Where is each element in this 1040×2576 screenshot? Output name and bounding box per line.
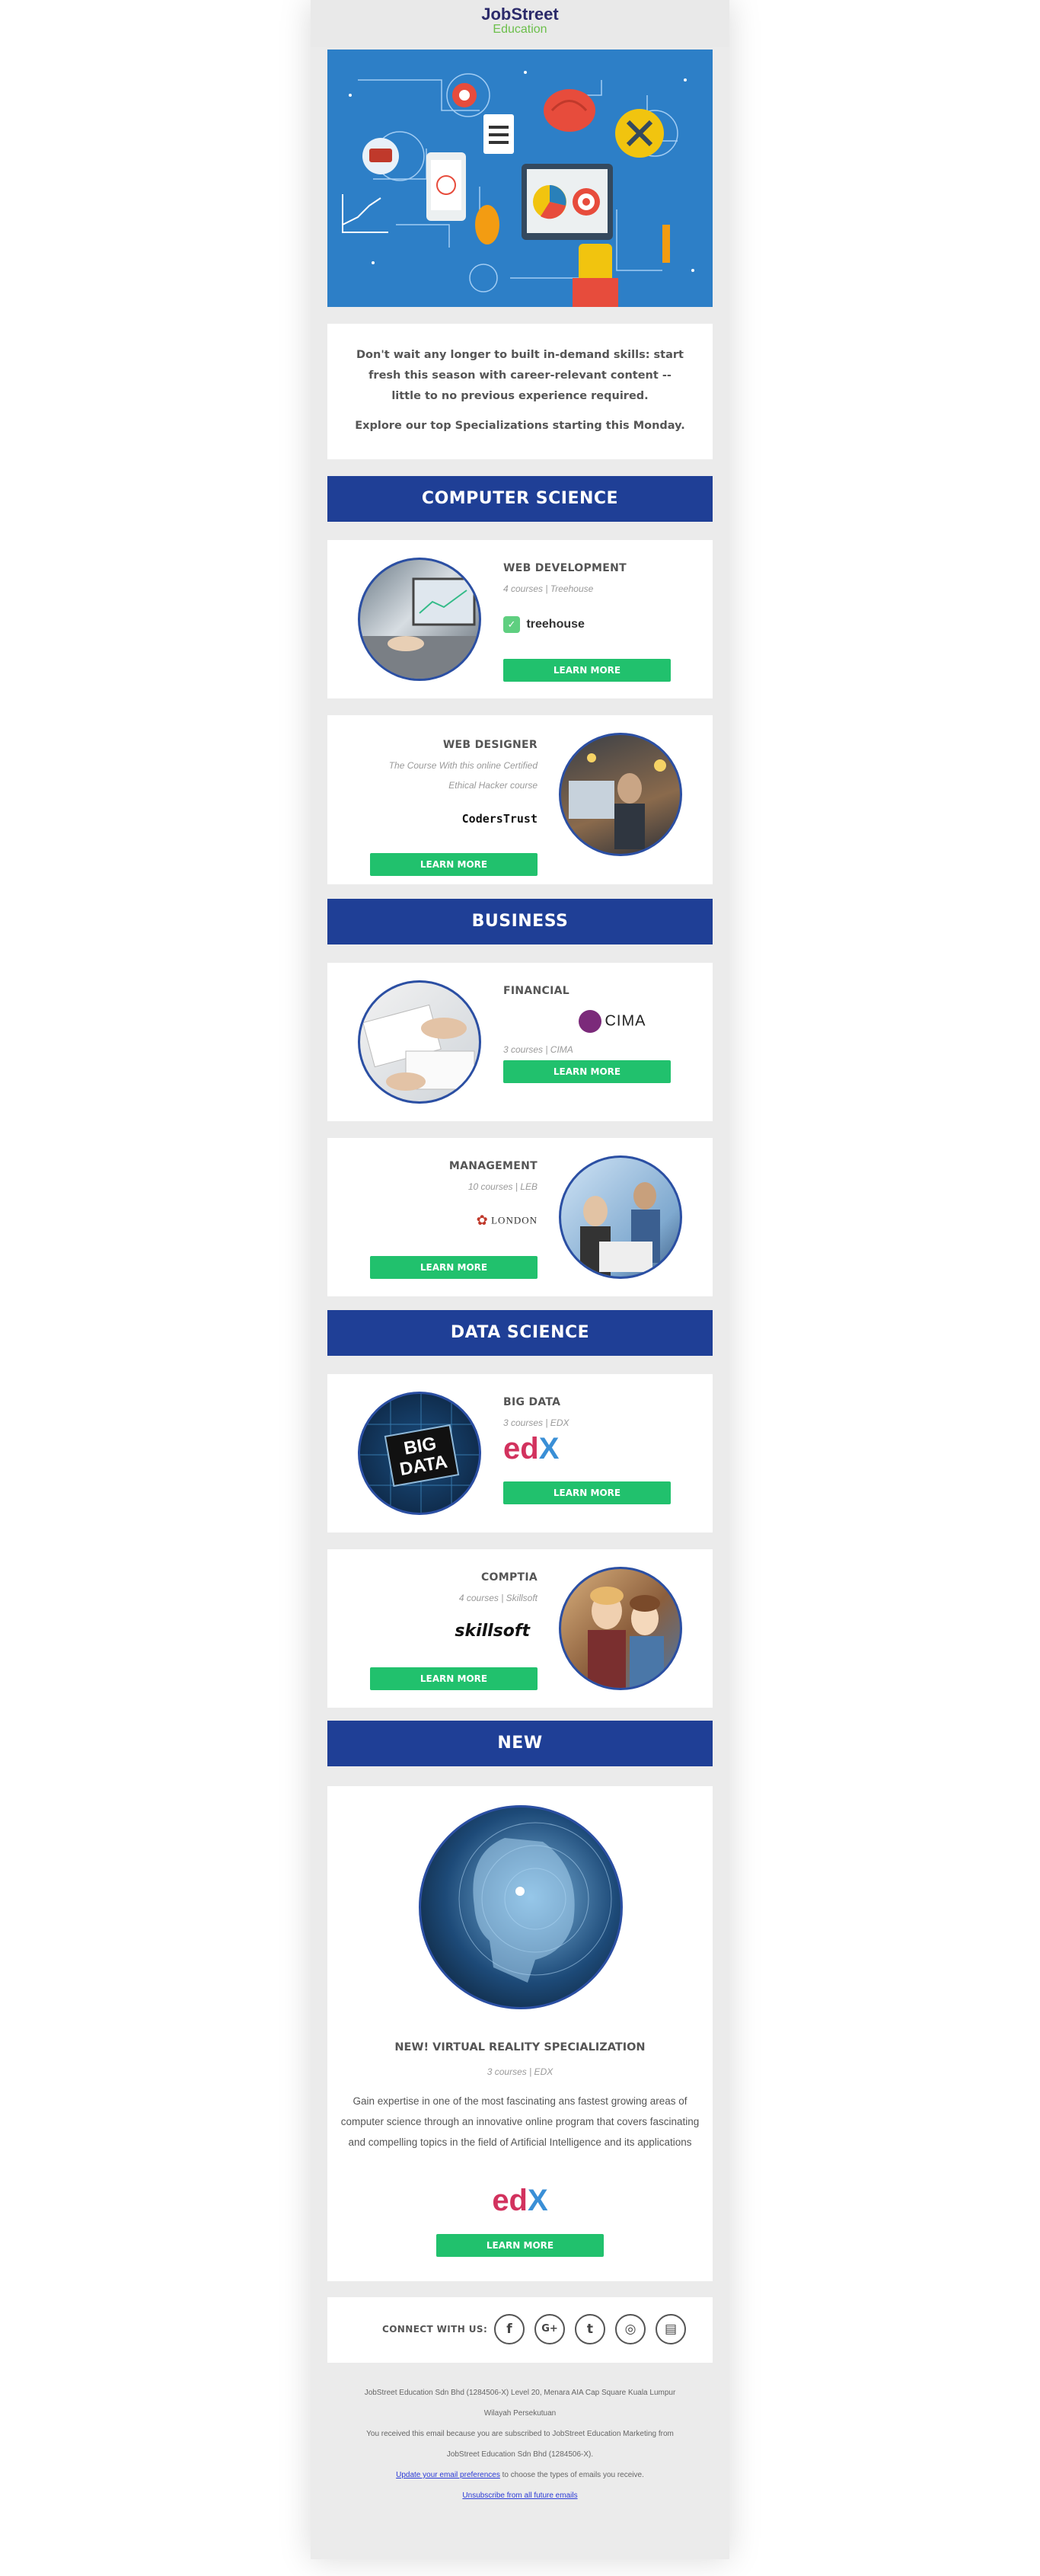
virtual-reality-meta: 3 courses | EDX [487, 2066, 553, 2077]
financial-image [358, 980, 481, 1104]
update-preferences-link[interactable]: Update your email preferences [396, 2471, 500, 2479]
section-business: BUSINESS [327, 899, 713, 944]
course-card-web-development: WEB DEVELOPMENT 4 courses | Treehouse ✓ … [327, 540, 713, 698]
skillsoft-logo: skillsoft [455, 1622, 530, 1641]
big-data-title[interactable]: BIG DATA [503, 1396, 560, 1408]
instagram-icon[interactable]: ◎ [615, 2314, 646, 2344]
intro-subtext: Explore our top Specializations starting… [355, 420, 685, 432]
web-designer-image [559, 733, 682, 856]
london-logo: ✿ LONDON [476, 1213, 538, 1228]
edx-logo: edX [503, 1432, 560, 1465]
treehouse-logo: ✓ treehouse [503, 616, 585, 633]
company-address: JobStreet Education Sdn Bhd (1284506-X) … [364, 2389, 676, 2418]
email-header: JobStreet Education [311, 0, 729, 47]
web-designer-meta-line1: The Course With this online Certified [388, 760, 538, 771]
facebook-icon[interactable]: f [494, 2314, 525, 2344]
financial-meta: 3 courses | CIMA [503, 1044, 573, 1055]
unsubscribe-line: Unsubscribe from all future emails [327, 2485, 713, 2506]
financial-title[interactable]: FINANCIAL [503, 985, 569, 997]
preferences-line: Update your email preferences to choose … [327, 2465, 713, 2485]
web-designer-meta-line2: Ethical Hacker course [448, 780, 538, 791]
management-image [559, 1155, 682, 1279]
subscription-notice: You received this email because you are … [366, 2430, 674, 2459]
web-development-learn-more-button[interactable]: LEARN MORE [503, 659, 671, 682]
preferences-text: to choose the types of emails you receiv… [499, 2471, 644, 2479]
coderstrust-logo: CodersTrust [461, 812, 538, 826]
financial-learn-more-button[interactable]: LEARN MORE [503, 1060, 671, 1083]
virtual-reality-description: Gain expertise in one of the most fascin… [340, 2095, 700, 2148]
management-learn-more-button[interactable]: LEARN MORE [370, 1256, 538, 1279]
email-page: JobStreet Education Don't wait any longe… [0, 0, 1040, 2576]
course-card-big-data: BIG DATA BIG DATA 3 courses | EDX edX LEA… [327, 1374, 713, 1532]
virtual-reality-image [419, 1805, 623, 2009]
london-crest-icon: ✿ [476, 1213, 488, 1228]
virtual-reality-learn-more-button[interactable]: LEARN MORE [436, 2234, 604, 2257]
section-computer-science: COMPUTER SCIENCE [327, 476, 713, 522]
web-development-title[interactable]: WEB DEVELOPMENT [503, 562, 627, 574]
intro-text: Don't wait any longer to built in-demand… [356, 349, 684, 402]
connect-bar: CONNECT WITH US: f G+ t ◎ ▤ [327, 2297, 713, 2363]
intro-block: Don't wait any longer to built in-demand… [327, 324, 713, 459]
big-data-meta: 3 courses | EDX [503, 1417, 569, 1428]
section-new: NEW [327, 1721, 713, 1766]
comptia-title[interactable]: COMPTIA [481, 1571, 538, 1584]
legal-footer: JobStreet Education Sdn Bhd (1284506-X) … [327, 2383, 713, 2506]
leaf-icon: ✓ [503, 616, 520, 633]
newsletter-icon[interactable]: ▤ [656, 2314, 686, 2344]
management-meta: 10 courses | LEB [467, 1181, 538, 1192]
course-card-financial: FINANCIAL CIMA 3 courses | CIMA LEARN MO… [327, 963, 713, 1121]
course-card-management: MANAGEMENT 10 courses | LEB ✿ LONDON LEA… [327, 1138, 713, 1296]
twitter-icon[interactable]: t [575, 2314, 605, 2344]
hero-illustration [327, 50, 713, 307]
web-designer-learn-more-button[interactable]: LEARN MORE [370, 853, 538, 876]
connect-label: CONNECT WITH US: [382, 2324, 488, 2335]
course-card-comptia: COMPTIA 4 courses | Skillsoft skillsoft … [327, 1549, 713, 1708]
cima-mark-icon [579, 1010, 601, 1033]
big-data-learn-more-button[interactable]: LEARN MORE [503, 1481, 671, 1504]
virtual-reality-title[interactable]: NEW! VIRTUAL REALITY SPECIALIZATION [327, 2041, 713, 2053]
web-development-image [358, 558, 481, 681]
unsubscribe-link[interactable]: Unsubscribe from all future emails [462, 2491, 577, 2500]
big-data-image: BIG DATA [358, 1392, 481, 1515]
comptia-meta: 4 courses | Skillsoft [458, 1593, 538, 1603]
logo-subtitle: Education [493, 23, 547, 36]
comptia-learn-more-button[interactable]: LEARN MORE [370, 1667, 538, 1690]
jobstreet-logo[interactable]: JobStreet [311, 6, 729, 23]
web-designer-title[interactable]: WEB DESIGNER [443, 739, 538, 751]
edx-logo: edX [492, 2184, 548, 2217]
course-card-web-designer: WEB DESIGNER The Course With this online… [327, 715, 713, 884]
comptia-image [559, 1567, 682, 1690]
cima-logo: CIMA [579, 1010, 646, 1033]
course-card-virtual-reality: NEW! VIRTUAL REALITY SPECIALIZATION 3 co… [327, 1786, 713, 2281]
management-title[interactable]: MANAGEMENT [449, 1160, 538, 1172]
web-development-meta: 4 courses | Treehouse [503, 583, 594, 594]
google-plus-icon[interactable]: G+ [534, 2314, 565, 2344]
section-data-science: DATA SCIENCE [327, 1310, 713, 1356]
